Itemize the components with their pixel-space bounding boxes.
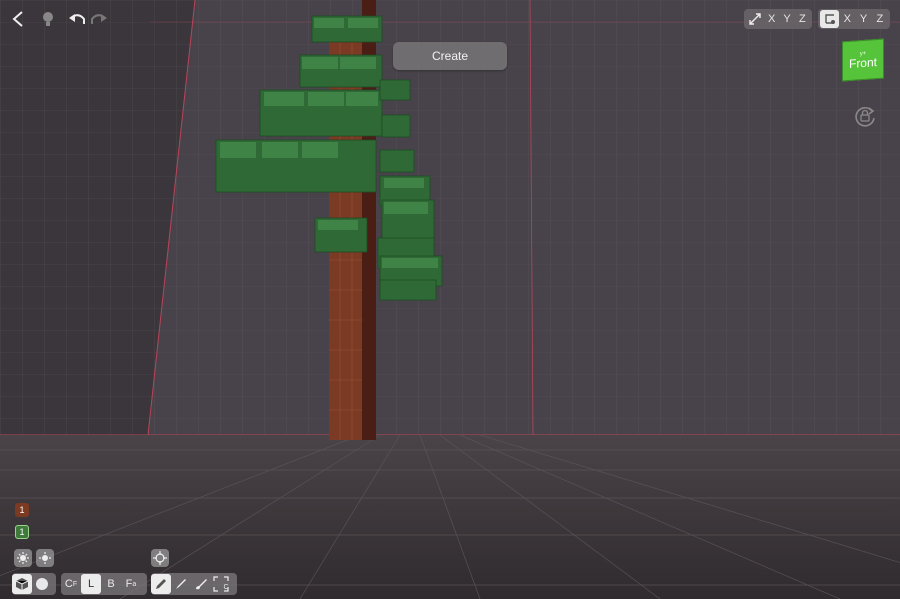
undo-button[interactable] [66,8,88,30]
select-tool-label: C [223,583,229,591]
rotate-x-button[interactable]: X [839,13,855,25]
mode-cf-button[interactable]: CF [61,574,81,594]
rotate-axis-icon[interactable] [820,10,840,28]
move-axis-group: X Y Z [744,9,812,29]
mode-bar: CF L B Fa [61,573,147,595]
sun-camera-icon [39,552,51,564]
render-mode-group [12,573,56,595]
crosshair-icon [153,551,167,565]
chevron-left-icon [12,11,23,27]
sphere-view-button[interactable] [32,574,52,594]
sun-icon [17,552,29,564]
brush-tool-button[interactable] [171,574,191,594]
light-top-button[interactable] [14,549,32,567]
cube-view-button[interactable] [12,574,32,594]
view-cube[interactable]: y+ Front [842,38,884,82]
mode-fa-button[interactable]: Fa [121,574,141,594]
mode-b-button[interactable]: B [101,574,121,594]
undo-icon [69,14,85,24]
layer-badge-brown[interactable]: 1 [15,503,29,517]
paint-icon [196,579,207,590]
brush-icon [176,579,186,589]
create-button[interactable]: Create [393,42,507,70]
view-cube-label: Front [848,54,877,71]
layer-badge-green[interactable]: 1 [15,525,29,539]
rotate-z-button[interactable]: Z [872,13,888,25]
mode-fa-sub: a [132,580,137,588]
move-x-button[interactable]: X [764,13,779,25]
mode-cf-label: C [64,578,73,590]
hint-button[interactable] [37,8,59,30]
select-tool-button[interactable]: C [211,574,231,594]
mode-l-button[interactable]: L [81,574,101,594]
rotate-lock-icon [855,106,875,127]
move-z-button[interactable]: Z [795,13,810,25]
back-button[interactable] [7,8,29,30]
lightbulb-icon [43,12,53,26]
voxel-scene[interactable] [0,0,900,599]
light-camera-button[interactable] [36,549,54,567]
redo-icon [91,14,107,24]
tool-bar: C [151,573,237,595]
pencil-tool-button[interactable] [151,574,171,594]
pencil-icon [156,579,166,589]
3d-viewport[interactable]: Create X Y Z X Y Z y+ Front 1 1 C F L B … [0,0,900,599]
transform-button[interactable] [151,549,169,567]
mode-fa-label: F [125,578,133,590]
mode-cf-sub: F [72,580,78,588]
move-y-button[interactable]: Y [779,13,794,25]
rotate-y-button[interactable]: Y [855,13,871,25]
sphere-icon [36,578,48,590]
move-arrows-icon[interactable] [746,10,764,28]
rotate-lock-button[interactable] [852,103,878,129]
cube-icon [15,578,29,590]
paint-tool-button[interactable] [191,574,211,594]
rotate-axis-group: X Y Z [818,9,890,29]
redo-button[interactable] [88,8,110,30]
